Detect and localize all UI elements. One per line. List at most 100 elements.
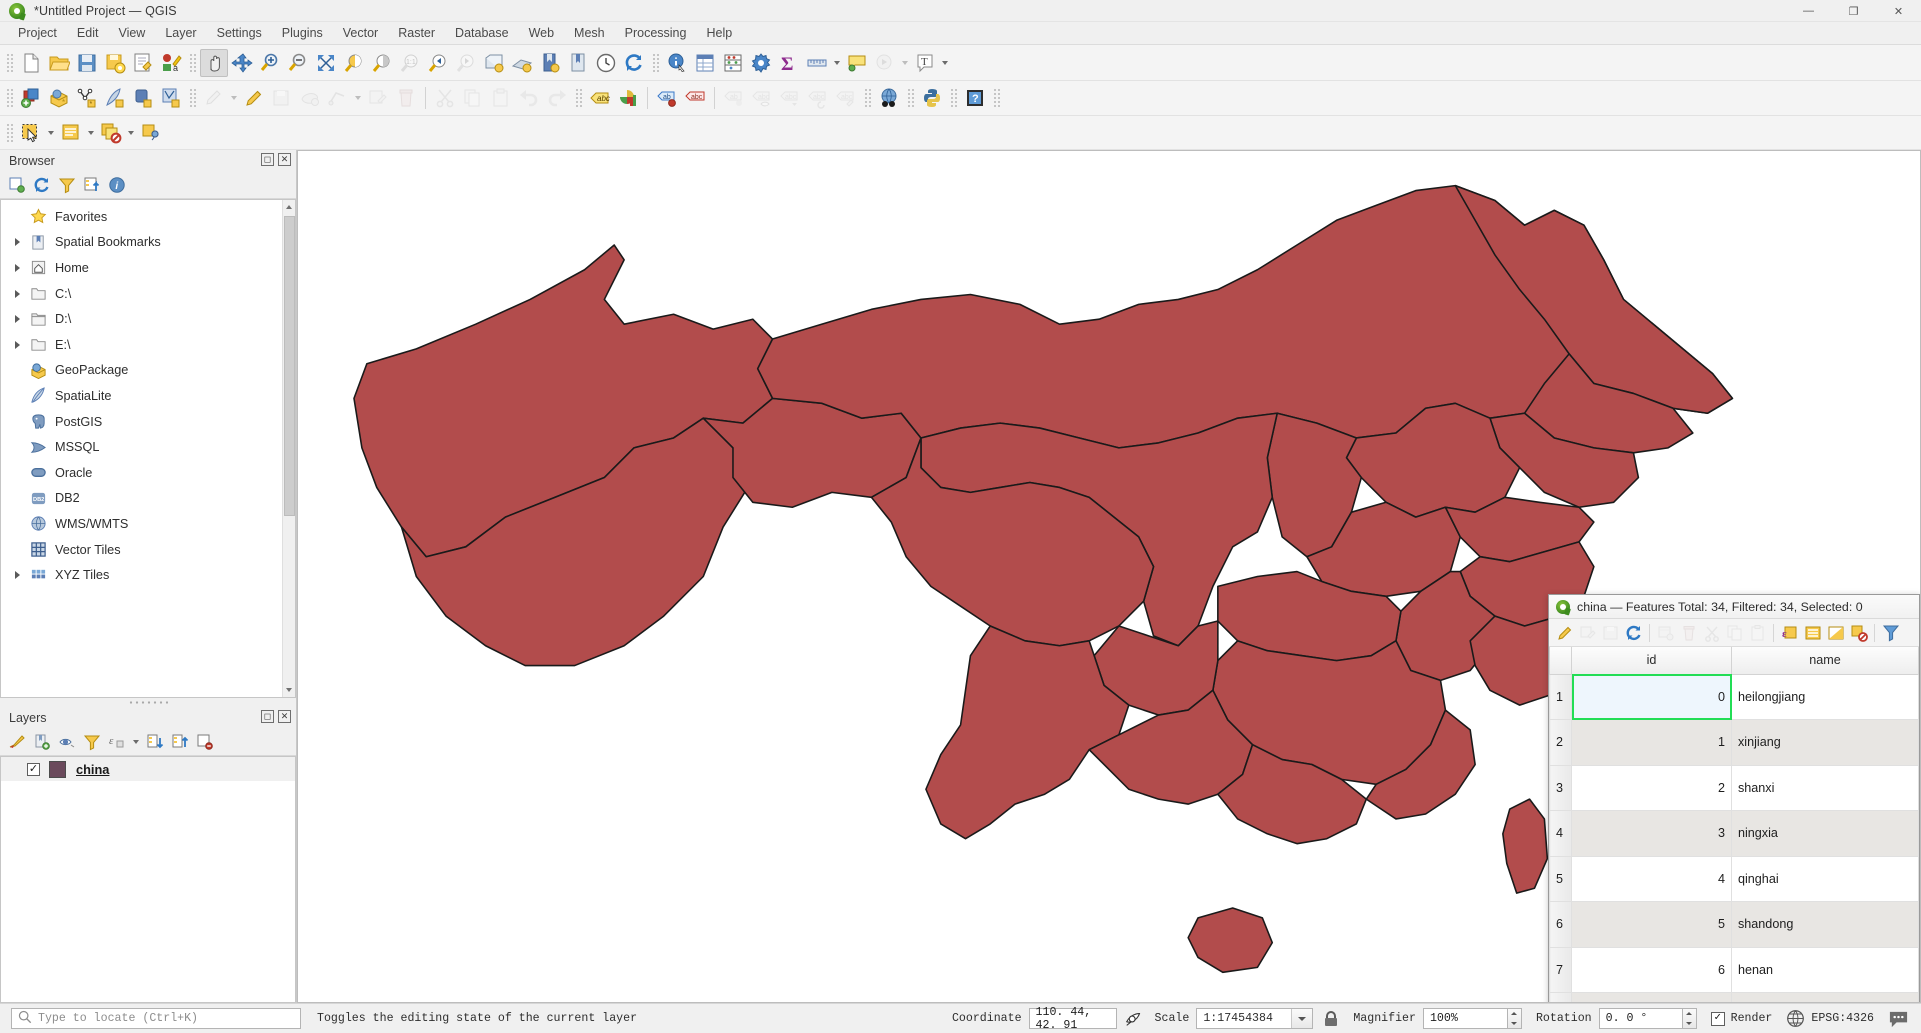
toolbar-handle-selection[interactable] — [5, 121, 14, 144]
toggle-extents-icon[interactable] — [1124, 1009, 1144, 1029]
toolbar-handle-digitizing[interactable] — [188, 87, 197, 109]
row-number[interactable]: 4 — [1549, 810, 1572, 857]
row-number[interactable]: 6 — [1549, 901, 1572, 948]
scrollbar-thumb[interactable] — [284, 216, 295, 516]
menu-plugins[interactable]: Plugins — [272, 23, 333, 43]
select-all-icon[interactable] — [1801, 621, 1824, 644]
menu-settings[interactable]: Settings — [207, 23, 272, 43]
add-vector-layer-icon[interactable] — [17, 84, 45, 112]
measure-line-icon[interactable] — [803, 49, 831, 77]
browser-item-spatialite[interactable]: SpatiaLite — [1, 383, 282, 409]
redo-icon[interactable] — [543, 84, 571, 112]
menu-edit[interactable]: Edit — [67, 23, 109, 43]
browser-item-wms-wmts[interactable]: WMS/WMTS — [1, 511, 282, 537]
crs-label[interactable]: EPSG:4326 — [1811, 1012, 1874, 1025]
scale-combo[interactable]: 1:17454384 — [1196, 1008, 1314, 1029]
current-edits-icon[interactable] — [200, 84, 228, 112]
dock-splitter[interactable] — [0, 698, 296, 707]
refresh-icon[interactable] — [30, 173, 54, 197]
annotation-dropdown-icon[interactable] — [939, 49, 951, 77]
paste-features-icon[interactable] — [1746, 621, 1769, 644]
attribute-table-window[interactable]: china — Features Total: 34, Filtered: 34… — [1548, 594, 1920, 1002]
cell-id[interactable]: 5 — [1571, 901, 1732, 948]
cell-id[interactable]: 4 — [1571, 855, 1732, 902]
new-3d-map-view-icon[interactable] — [508, 49, 536, 77]
toolbar-handle-data-source[interactable] — [5, 87, 14, 109]
metasearch-icon[interactable] — [875, 84, 903, 112]
expand-arrow-icon[interactable] — [9, 571, 26, 579]
measure-dropdown-icon[interactable] — [831, 49, 843, 77]
row-number[interactable]: 5 — [1549, 855, 1572, 902]
menu-mesh[interactable]: Mesh — [564, 23, 615, 43]
browser-float-button[interactable]: ◻ — [261, 153, 274, 166]
save-project-icon[interactable] — [73, 49, 101, 77]
cell-name[interactable]: henan — [1731, 946, 1919, 993]
rotation-spinner[interactable] — [1682, 1008, 1697, 1029]
scroll-up-arrow-icon[interactable] — [282, 200, 295, 214]
diagram-icon[interactable] — [614, 84, 642, 112]
expand-arrow-icon[interactable] — [9, 341, 26, 349]
delete-selected-icon[interactable] — [392, 84, 420, 112]
locator-search-box[interactable]: Type to locate (Ctrl+K) — [11, 1008, 301, 1029]
expand-arrow-icon[interactable] — [9, 315, 26, 323]
toolbar-handle-web[interactable] — [863, 87, 872, 109]
column-header-id[interactable]: id — [1571, 647, 1732, 675]
label-toolbar-icon[interactable]: abc — [586, 84, 614, 112]
cell-name[interactable]: qinghai — [1731, 855, 1919, 902]
menu-vector[interactable]: Vector — [333, 23, 388, 43]
table-row[interactable]: 2 1 xinjiang — [1549, 719, 1919, 766]
expand-arrow-icon[interactable] — [9, 264, 26, 272]
toolbar-handle-plugins[interactable] — [906, 87, 915, 109]
menu-web[interactable]: Web — [519, 23, 564, 43]
lock-scale-icon[interactable] — [1322, 1010, 1340, 1028]
temporal-controller-icon[interactable] — [592, 49, 620, 77]
processing-toolbox-icon[interactable] — [747, 49, 775, 77]
text-annotation-icon[interactable]: T — [911, 49, 939, 77]
multi-edit-icon[interactable] — [1576, 621, 1599, 644]
cell-id[interactable]: 2 — [1571, 764, 1732, 811]
add-group-icon[interactable] — [30, 730, 54, 754]
layer-name-label[interactable]: china — [76, 762, 109, 777]
globe-icon[interactable] — [1786, 1009, 1805, 1028]
scroll-down-arrow-icon[interactable] — [282, 683, 295, 697]
table-row[interactable]: 6 5 shandong — [1549, 901, 1919, 948]
add-feature-icon[interactable] — [296, 84, 324, 112]
menu-view[interactable]: View — [108, 23, 155, 43]
render-checkbox[interactable]: ✓ — [1710, 1011, 1725, 1026]
help-contents-icon[interactable]: ? — [961, 84, 989, 112]
cell-name[interactable]: shanxi — [1731, 764, 1919, 811]
cell-name[interactable]: shandong — [1731, 901, 1919, 948]
copy-features-icon[interactable] — [459, 84, 487, 112]
style-manager-icon[interactable]: a — [157, 49, 185, 77]
row-number[interactable]: 3 — [1549, 764, 1572, 811]
cell-id[interactable]: 7 — [1571, 992, 1732, 1002]
paste-features-icon[interactable] — [487, 84, 515, 112]
coordinate-field[interactable]: 110. 44, 42. 91 — [1028, 1006, 1117, 1032]
expand-arrow-icon[interactable] — [9, 290, 26, 298]
new-bookmark-icon[interactable] — [564, 49, 592, 77]
identify-features-icon[interactable] — [663, 49, 691, 77]
move-label-icon[interactable]: ab — [720, 84, 748, 112]
show-hide-labels-icon[interactable]: abc — [748, 84, 776, 112]
table-row[interactable]: 8 7 jiangsu — [1549, 992, 1919, 1002]
browser-item-oracle[interactable]: Oracle — [1, 460, 282, 486]
table-row[interactable]: 7 6 henan — [1549, 946, 1919, 993]
pan-map-icon[interactable] — [200, 48, 228, 77]
browser-close-button[interactable]: ✕ — [278, 153, 291, 166]
field-calculator-icon[interactable] — [719, 49, 747, 77]
reload-table-icon[interactable] — [1622, 621, 1645, 644]
modify-attributes-icon[interactable] — [364, 84, 392, 112]
browser-item-xyz-tiles[interactable]: XYZ Tiles — [1, 562, 282, 588]
select-value-dropdown-icon[interactable] — [85, 119, 97, 147]
toolbar-handle[interactable] — [5, 51, 14, 74]
cell-id[interactable]: 1 — [1571, 719, 1732, 766]
row-number[interactable]: 8 — [1549, 992, 1572, 1002]
remove-layer-icon[interactable] — [193, 730, 217, 754]
filter-browser-icon[interactable] — [55, 173, 79, 197]
table-row[interactable]: 5 4 qinghai — [1549, 855, 1919, 902]
toolbar-handle-label[interactable] — [574, 87, 583, 109]
new-map-view-icon[interactable] — [480, 49, 508, 77]
feature-action-dropdown-icon[interactable] — [899, 49, 911, 77]
collapse-all-icon[interactable] — [168, 730, 192, 754]
layers-close-button[interactable]: ✕ — [278, 710, 291, 723]
